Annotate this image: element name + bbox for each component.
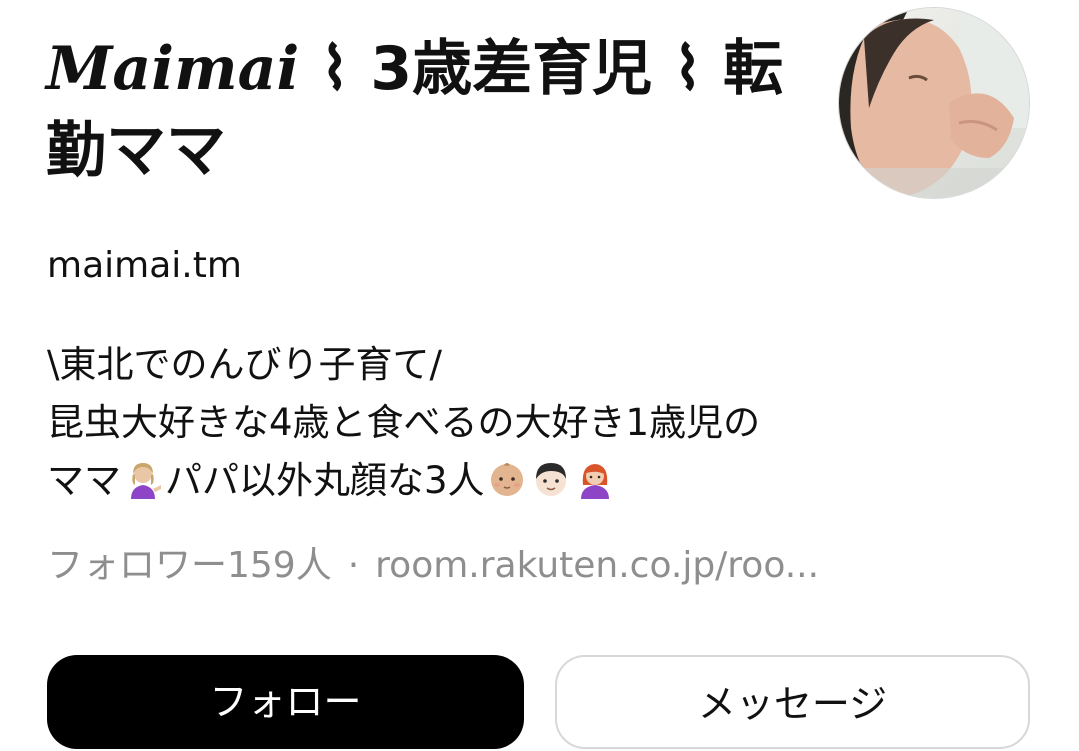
profile-header: Maimai ⌇ 3歳差育児 ⌇ 転勤ママ maimai.tm \東北でのんびり…	[0, 0, 1079, 749]
boy-emoji-icon	[531, 458, 571, 516]
woman-tipping-hand-emoji-icon	[123, 458, 163, 516]
profile-link[interactable]: room.rakuten.co.jp/roo...	[375, 545, 819, 586]
profile-display-name: Maimai ⌇ 3歳差育児 ⌇ 転勤ママ	[46, 28, 806, 192]
meta-separator: ·	[347, 545, 360, 586]
baby-photo-avatar-icon	[839, 8, 1029, 198]
bio-line-3: ママ パパ以外丸顔な3人	[47, 452, 1007, 516]
bio-line-1: \東北でのんびり子育て/	[47, 343, 442, 386]
message-button[interactable]: メッセージ	[555, 655, 1030, 749]
woman-red-hair-emoji-icon	[575, 458, 615, 516]
profile-username: maimai.tm	[47, 245, 242, 286]
follow-button[interactable]: フォロー	[47, 655, 524, 749]
baby-emoji-icon	[487, 458, 527, 516]
profile-meta: フォロワー159人 · room.rakuten.co.jp/roo...	[47, 541, 819, 591]
profile-bio: \東北でのんびり子育て/ 昆虫大好きな4歳と食べるの大好き1歳児の ママ パパ以…	[47, 336, 1007, 516]
bio-line-3-start: ママ	[47, 459, 121, 502]
profile-avatar[interactable]	[838, 7, 1030, 199]
follower-count[interactable]: フォロワー159人	[47, 545, 332, 586]
bio-line-3-end: パパ以外丸顔な3人	[165, 459, 485, 502]
display-name-latin: Maimai	[46, 34, 300, 104]
bio-line-2: 昆虫大好きな4歳と食べるの大好き1歳児の	[47, 401, 761, 444]
